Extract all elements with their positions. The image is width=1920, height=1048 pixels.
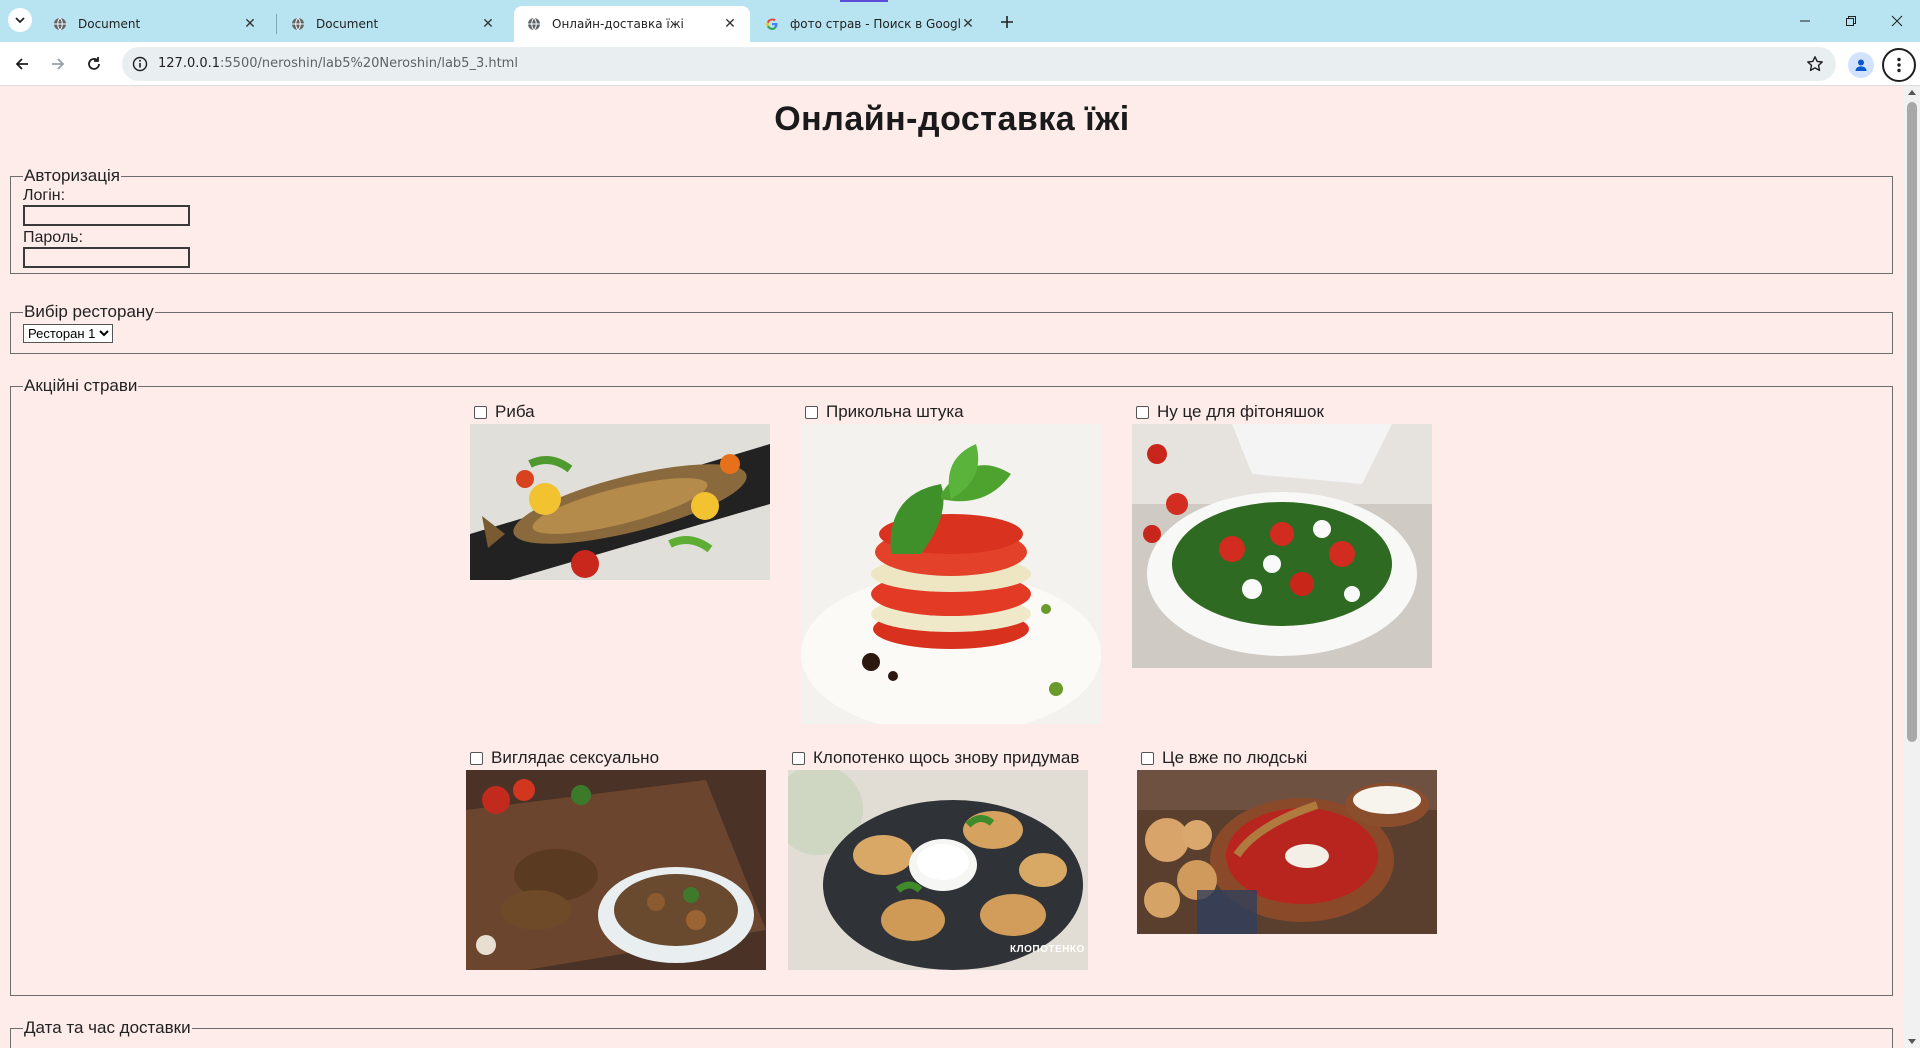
grilled-fish-image bbox=[470, 424, 770, 580]
promo-legend: Акційні страви bbox=[24, 376, 138, 395]
stew-board-image bbox=[466, 770, 766, 970]
globe-icon bbox=[290, 16, 306, 32]
page-title: Онлайн-доставка їжі bbox=[774, 100, 1130, 138]
tab-document-2[interactable]: Document ✕ bbox=[278, 6, 508, 42]
password-input[interactable] bbox=[23, 247, 190, 268]
dish-checkbox[interactable] bbox=[474, 405, 487, 419]
dish-card-borscht: Це вже по людські bbox=[1137, 748, 1437, 934]
tab-document-1[interactable]: Document ✕ bbox=[40, 6, 270, 42]
arrow-left-icon bbox=[15, 58, 28, 70]
close-icon[interactable]: ✕ bbox=[480, 16, 496, 32]
dish-checkbox[interactable] bbox=[1136, 405, 1149, 419]
auth-fieldset: Авторизація Логін: Пароль: bbox=[10, 166, 1893, 274]
dish-card-caprese: Прикольна штука bbox=[801, 402, 1101, 724]
google-icon bbox=[764, 16, 780, 32]
bookmark-star-icon[interactable] bbox=[1804, 53, 1826, 75]
close-icon bbox=[1891, 15, 1903, 27]
chevron-down-icon bbox=[15, 17, 25, 24]
url-host: 127.0.0.1 bbox=[158, 56, 221, 71]
dish-card-salad: Ну це для фітоняшок bbox=[1132, 402, 1432, 668]
close-icon[interactable]: ✕ bbox=[242, 16, 258, 32]
profile-avatar-button[interactable] bbox=[1848, 52, 1874, 78]
salad-bowl-image bbox=[1132, 424, 1432, 668]
site-info-icon[interactable] bbox=[130, 54, 150, 74]
url-path: :5500/neroshin/lab5%20Neroshin/lab5_3.ht… bbox=[220, 56, 518, 71]
login-input[interactable] bbox=[23, 205, 190, 226]
dish-card-stew: Виглядає сексуально bbox=[466, 748, 766, 970]
tab-food-delivery[interactable]: Онлайн-доставка їжі ✕ bbox=[514, 6, 750, 42]
minimize-button[interactable] bbox=[1782, 0, 1828, 42]
tab-title: Онлайн-доставка їжі bbox=[552, 17, 684, 31]
person-icon bbox=[1855, 59, 1867, 71]
dish-label: Клопотенко щось знову придумав bbox=[813, 748, 1080, 767]
close-icon[interactable]: ✕ bbox=[722, 16, 738, 32]
dish-card-pancakes: Клопотенко щось знову придумав bbox=[788, 748, 1088, 970]
restore-icon bbox=[1846, 16, 1856, 26]
dish-label: Риба bbox=[495, 402, 535, 421]
tab-search-button[interactable] bbox=[8, 8, 32, 32]
pancakes-image bbox=[788, 770, 1088, 970]
password-label: Пароль: bbox=[23, 229, 83, 246]
dish-label: Ну це для фітоняшок bbox=[1157, 402, 1324, 421]
login-label: Логін: bbox=[23, 187, 66, 204]
page-viewport: Онлайн-доставка їжі Авторизація Логін: П… bbox=[0, 86, 1904, 1048]
dish-checkbox[interactable] bbox=[805, 405, 818, 419]
plus-icon bbox=[1001, 16, 1013, 28]
reload-icon bbox=[88, 57, 100, 70]
more-vert-icon bbox=[1897, 57, 1901, 73]
dish-checkbox[interactable] bbox=[792, 751, 805, 765]
close-icon[interactable]: ✕ bbox=[960, 16, 976, 32]
forward-button[interactable] bbox=[42, 48, 74, 80]
auth-legend: Авторизація bbox=[24, 166, 120, 185]
dish-card-fish: Риба bbox=[470, 402, 770, 580]
reload-button[interactable] bbox=[78, 48, 110, 80]
dish-label: Прикольна штука bbox=[826, 402, 964, 421]
globe-icon bbox=[526, 16, 542, 32]
dish-checkbox[interactable] bbox=[1141, 751, 1154, 765]
restaurant-legend: Вибір ресторану bbox=[24, 302, 154, 321]
restaurant-fieldset: Вибір ресторану Ресторан 1 bbox=[10, 302, 1893, 354]
restaurant-select[interactable]: Ресторан 1 bbox=[23, 324, 113, 343]
delivery-fieldset: Дата та час доставки bbox=[10, 1018, 1893, 1048]
minimize-icon bbox=[1800, 20, 1810, 22]
close-window-button[interactable] bbox=[1874, 0, 1920, 42]
tab-divider bbox=[276, 14, 277, 34]
tab-title: Document bbox=[316, 17, 379, 31]
scroll-down-icon[interactable] bbox=[1908, 1039, 1916, 1044]
vertical-scrollbar[interactable] bbox=[1904, 86, 1920, 1048]
arrow-right-icon bbox=[52, 58, 65, 70]
restore-button[interactable] bbox=[1828, 0, 1874, 42]
new-tab-button[interactable] bbox=[993, 8, 1021, 36]
scroll-up-icon[interactable] bbox=[1908, 90, 1916, 95]
dish-checkbox[interactable] bbox=[470, 751, 483, 765]
dish-label: Виглядає сексуально bbox=[491, 748, 660, 767]
tab-strip: Document ✕ Document ✕ Онлайн-доставка їж… bbox=[0, 0, 1920, 42]
borscht-image bbox=[1137, 770, 1437, 934]
dish-label: Це вже по людські bbox=[1162, 748, 1308, 767]
address-bar[interactable]: 127.0.0.1:5500/neroshin/lab5%20Neroshin/… bbox=[122, 47, 1836, 81]
browser-toolbar: 127.0.0.1:5500/neroshin/lab5%20Neroshin/… bbox=[0, 42, 1920, 86]
tab-title: фото страв - Поиск в Google bbox=[790, 17, 960, 31]
scrollbar-thumb[interactable] bbox=[1907, 102, 1917, 742]
globe-icon bbox=[52, 16, 68, 32]
browser-menu-button[interactable] bbox=[1882, 48, 1916, 82]
tab-group-indicator bbox=[840, 0, 888, 2]
url-text[interactable]: 127.0.0.1:5500/neroshin/lab5%20Neroshin/… bbox=[158, 56, 518, 71]
pancakes-watermark: КЛОПОТЕНКО bbox=[1010, 944, 1085, 955]
caprese-tower-image bbox=[801, 424, 1101, 724]
delivery-legend: Дата та час доставки bbox=[24, 1018, 191, 1037]
tab-title: Document bbox=[78, 17, 141, 31]
back-button[interactable] bbox=[6, 48, 38, 80]
tab-google-search[interactable]: фото страв - Поиск в Google ✕ bbox=[752, 6, 988, 42]
